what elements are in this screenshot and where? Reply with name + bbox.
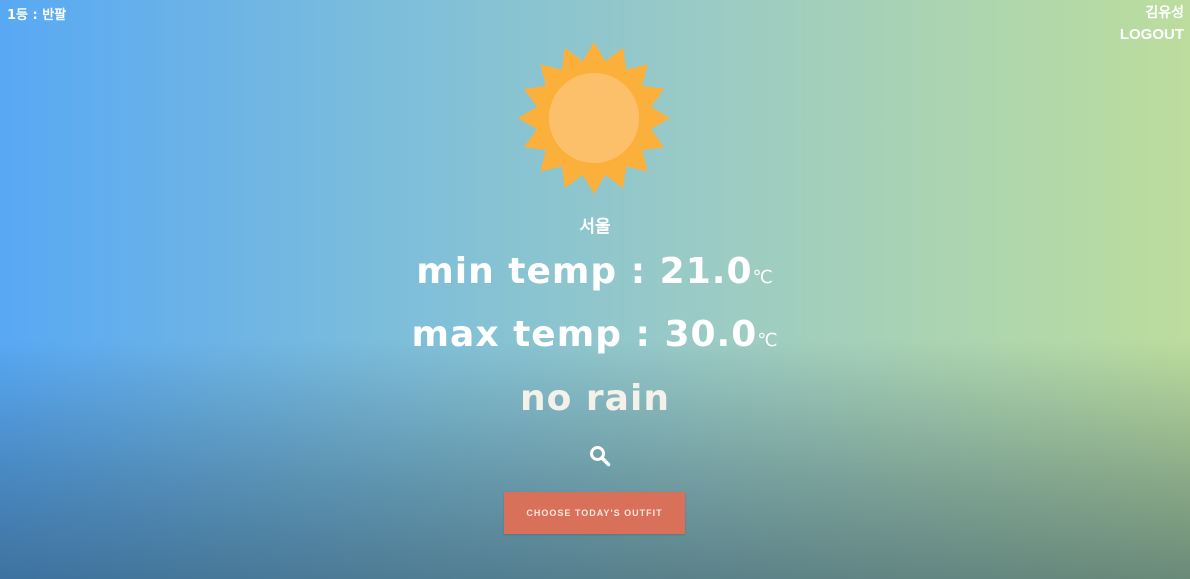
user-panel: 김유성 LOGOUT xyxy=(1120,3,1184,45)
min-temp-value: min temp : 21.0 xyxy=(416,251,753,292)
rank-label: 1등 : 반팔 xyxy=(7,8,67,23)
user-name: 김유성 xyxy=(1145,5,1184,21)
choose-outfit-button[interactable]: CHOOSE TODAY'S OUTFIT xyxy=(504,492,685,534)
city-name: 서울 xyxy=(579,217,611,237)
rain-status: no rain xyxy=(520,378,670,419)
min-temp-line: min temp : 21.0℃ xyxy=(0,251,1190,292)
max-temp-line: max temp : 30.0℃ xyxy=(0,314,1190,355)
max-temp-value: max temp : 30.0 xyxy=(411,314,758,355)
sun-icon xyxy=(518,42,670,194)
logout-button[interactable]: LOGOUT xyxy=(1120,24,1184,45)
max-temp-unit: ℃ xyxy=(757,330,779,351)
search-icon[interactable] xyxy=(588,444,612,468)
min-temp-unit: ℃ xyxy=(752,267,774,288)
